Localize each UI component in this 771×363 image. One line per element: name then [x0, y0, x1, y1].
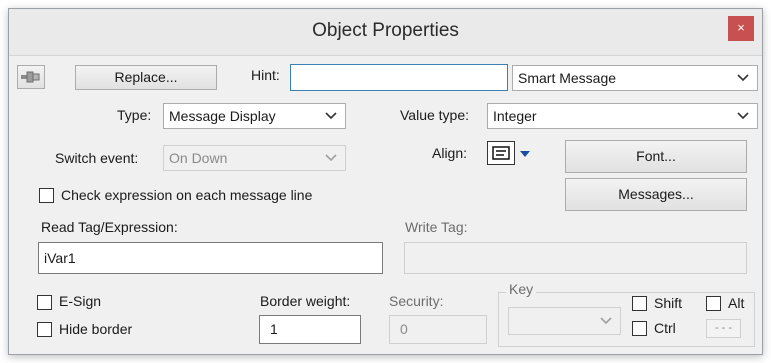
pin-button[interactable]	[17, 65, 45, 89]
type-label: Type:	[117, 107, 152, 123]
hint-input[interactable]	[290, 64, 508, 91]
shift-label: Shift	[654, 295, 683, 311]
pin-icon	[21, 71, 40, 83]
dropdown-arrow-icon	[520, 151, 530, 157]
read-tag-label: Read Tag/Expression:	[41, 219, 178, 235]
message-type-select[interactable]: Smart Message	[512, 65, 758, 91]
write-tag-label: Write Tag:	[405, 219, 468, 235]
chevron-down-icon	[324, 104, 338, 128]
switch-event-select[interactable]: On Down	[163, 145, 346, 171]
esign-checkbox[interactable]	[37, 295, 52, 310]
title-bar[interactable]: Object Properties ×	[9, 9, 762, 56]
font-button[interactable]: Font...	[565, 140, 747, 173]
key-label: Key	[506, 281, 537, 297]
shift-checkbox[interactable]	[632, 296, 647, 311]
switch-event-value: On Down	[169, 150, 228, 166]
esign-label: E-Sign	[59, 293, 102, 309]
hide-border-checkbox[interactable]	[37, 322, 52, 337]
type-select[interactable]: Message Display	[163, 103, 346, 129]
switch-event-label: Switch event:	[55, 150, 139, 166]
replace-button[interactable]: Replace...	[75, 65, 217, 90]
align-left-icon	[487, 141, 515, 165]
border-weight-label: Border weight:	[260, 293, 351, 309]
ctrl-checkbox[interactable]	[632, 321, 647, 336]
check-expression-checkbox[interactable]	[39, 188, 54, 203]
close-button[interactable]: ×	[728, 16, 754, 41]
chevron-down-icon	[736, 104, 750, 128]
value-type-select[interactable]: Integer	[487, 103, 758, 129]
align-label: Align:	[432, 145, 468, 161]
type-value: Message Display	[169, 108, 276, 124]
object-properties-dialog: Object Properties × Replace... Hint: Sma…	[8, 8, 763, 355]
chevron-down-icon	[324, 146, 338, 170]
key-select[interactable]	[508, 307, 621, 335]
value-type-value: Integer	[493, 108, 537, 124]
dialog-title: Object Properties	[312, 20, 459, 41]
alt-label: Alt	[728, 295, 745, 311]
key-browse-button[interactable]: - - -	[706, 319, 741, 338]
border-weight-input[interactable]: 1	[259, 315, 361, 344]
alt-checkbox[interactable]	[706, 296, 721, 311]
read-tag-input[interactable]: iVar1	[38, 242, 383, 274]
write-tag-input[interactable]	[404, 242, 747, 274]
align-dropdown[interactable]	[487, 141, 539, 165]
chevron-down-icon	[599, 308, 613, 334]
security-input[interactable]: 0	[389, 315, 487, 344]
check-expression-label: Check expression on each message line	[61, 187, 313, 203]
hint-label: Hint:	[251, 67, 280, 83]
ctrl-label: Ctrl	[654, 320, 676, 336]
message-type-value: Smart Message	[518, 70, 617, 86]
messages-button[interactable]: Messages...	[565, 178, 747, 211]
chevron-down-icon	[736, 66, 750, 90]
security-label: Security:	[389, 293, 444, 309]
hide-border-label: Hide border	[59, 321, 133, 337]
value-type-label: Value type:	[400, 107, 470, 123]
